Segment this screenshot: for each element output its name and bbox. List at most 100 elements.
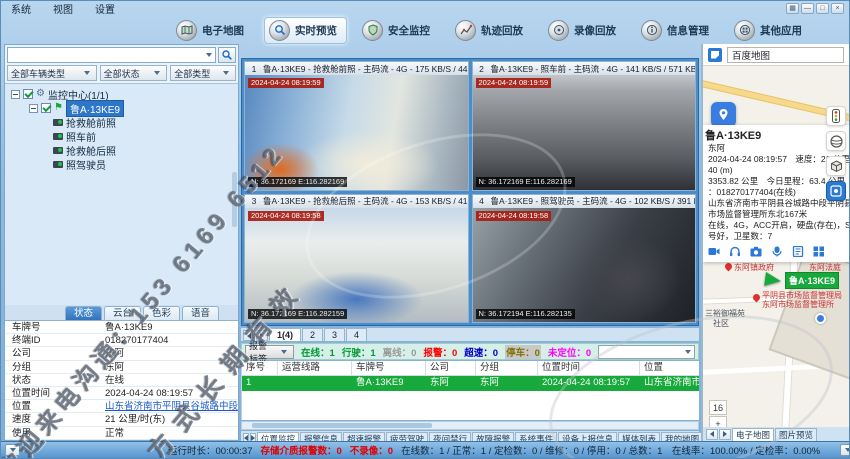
center-area: 1鲁A·13KE9 - 抢救舱前照 - 主码流 - 4G - 175 KB/S … (241, 44, 699, 441)
tree-scrollbar[interactable] (232, 172, 237, 227)
tab-emap[interactable]: 电子地图 (732, 428, 774, 441)
col-seq[interactable]: 序号 (242, 361, 278, 375)
close-icon[interactable]: × (831, 3, 844, 14)
video-cell-3[interactable]: 3鲁A·13KE9 - 抢救舱后照 - 主码流 - 4G - 153 KB/S … (244, 194, 469, 324)
info-value: 正常 (105, 427, 238, 439)
col-location[interactable]: 位置 (640, 361, 699, 375)
runtime-text: 运行时长：00:00:37 (168, 443, 252, 457)
search-button[interactable] (218, 47, 236, 63)
counter-parked: 停车：0 (505, 345, 541, 359)
tab-ptz[interactable]: 云台 (104, 306, 141, 320)
tree-channel-row[interactable]: 照车前 (7, 129, 236, 143)
tree-channel-row[interactable]: 照驾驶员 (7, 157, 236, 171)
info-value: 21 公里/时(东) (105, 413, 238, 425)
video-number: 3 (245, 196, 263, 206)
tabs-prev-button[interactable] (706, 429, 718, 440)
vehicle-marker-icon[interactable] (764, 272, 782, 288)
page-tab-4[interactable]: 4 (346, 328, 367, 341)
video-cell-4[interactable]: 4鲁A·13KE9 - 照驾驶员 - 主码流 - 4G - 102 KB/S /… (472, 194, 697, 324)
poi-admin-office[interactable]: 东阿市场监督管理所 (762, 299, 834, 310)
menu-settings[interactable]: 设置 (95, 1, 115, 16)
video-viewport[interactable]: 2024-04-24 08:19:58 N: 36.172169 E:116.2… (245, 208, 468, 323)
col-company[interactable]: 公司 (426, 361, 476, 375)
tab-status[interactable]: 状态 (65, 306, 102, 320)
chevron-down-icon (845, 448, 850, 452)
col-group[interactable]: 分组 (476, 361, 538, 375)
cell-group: 东阿 (476, 376, 538, 391)
alarm-dropdown[interactable] (598, 345, 695, 359)
tab-image-preview[interactable]: 图片预览 (775, 428, 817, 441)
video-cell-2[interactable]: 2鲁A·13KE9 - 照车前 - 主码流 - 4G - 141 KB/S / … (472, 61, 697, 191)
map-provider-select[interactable]: 百度地图 (727, 47, 844, 63)
more-apps-icon[interactable] (813, 246, 825, 257)
collapse-icon[interactable] (29, 104, 38, 113)
map-file-icon[interactable] (708, 48, 722, 62)
minimize-icon[interactable]: — (801, 3, 814, 14)
status-expand-button[interactable] (840, 444, 850, 456)
video-viewport[interactable]: 2024-04-24 08:19:58 N: 36.172194 E:116.2… (473, 208, 696, 323)
toolbar-other-apps-button[interactable]: 其他应用 (729, 17, 812, 44)
main-toolbar: 电子地图 实时预览 安全监控 轨迹回放 录像回放 信息管理 (1, 16, 849, 44)
poi-pin[interactable] (724, 262, 734, 272)
cube-3d-icon[interactable] (826, 156, 846, 176)
vehicle-search-input[interactable] (7, 47, 216, 63)
table-row[interactable]: 1 鲁A·13KE9 东阿 东阿 2024-04-24 08:19:57 山东省… (242, 376, 699, 391)
status-menu-button[interactable] (5, 444, 20, 456)
toolbar-label: 其他应用 (760, 23, 802, 38)
info-value: 东阿 (105, 347, 238, 359)
page-tab-2[interactable]: 2 (302, 328, 323, 341)
video-viewport[interactable]: 2024-04-24 08:19:59 N: 36.172169 E:116.2… (473, 75, 696, 190)
satellite-icon[interactable] (826, 181, 846, 201)
video-viewport[interactable]: 2024-04-24 08:19:59 N: 36.172169 E:116.2… (245, 75, 468, 190)
col-plate[interactable]: 车牌号 (352, 361, 426, 375)
toolbar-safety-button[interactable]: 安全监控 (357, 17, 440, 44)
window-menu-icon[interactable]: ▦ (786, 3, 799, 14)
toolbar-playback-button[interactable]: 录像回放 (543, 17, 626, 44)
traffic-icon[interactable] (826, 106, 846, 126)
panorama-icon[interactable] (826, 131, 846, 151)
tree-vehicle-row[interactable]: ⚑ 鲁A·13KE9 (7, 101, 236, 115)
toolbar-track-button[interactable]: 轨迹回放 (450, 17, 533, 44)
counter-alarm: 报警：0 (423, 345, 457, 359)
vehicle-checkbox[interactable] (41, 103, 51, 113)
status-filter[interactable]: 全部状态 (100, 65, 168, 81)
document-icon[interactable] (792, 246, 804, 257)
video-camera-icon[interactable] (708, 246, 720, 257)
tab-voice[interactable]: 语音 (182, 306, 219, 320)
vehicle-type-filter[interactable]: 全部车辆类型 (7, 65, 97, 81)
camera-icon[interactable] (750, 246, 762, 257)
toolbar-emap-button[interactable]: 电子地图 (171, 17, 254, 44)
menu-system[interactable]: 系统 (11, 1, 31, 16)
info-value: 东阿 (105, 361, 238, 373)
page-tab-3[interactable]: 3 (324, 328, 345, 341)
poi-estate-2[interactable]: 社区 (713, 318, 729, 329)
col-time[interactable]: 位置时间 (538, 361, 640, 375)
map-canvas[interactable]: 鲁A·13KE9 东阿 2024-04-24 08:19:57 速度：21 公里… (703, 66, 849, 427)
menu-view[interactable]: 视图 (53, 1, 73, 16)
headset-icon[interactable] (729, 246, 741, 257)
type-filter[interactable]: 全部类型 (170, 65, 236, 81)
collapse-icon[interactable] (11, 90, 20, 99)
vehicle-marker-label[interactable]: 鲁A·13KE9 (785, 272, 839, 289)
toolbar-live-preview-button[interactable]: 实时预览 (264, 17, 347, 44)
zoom-in-button[interactable]: + (709, 416, 727, 427)
poi-community-icon[interactable] (815, 313, 826, 324)
toolbar-info-button[interactable]: 信息管理 (636, 17, 719, 44)
tree-channel-row[interactable]: 抢救舱后照 (7, 143, 236, 157)
table-horizontal-scrollbar[interactable] (241, 421, 699, 430)
video-page-strip: 1(4) 2 3 4 (241, 328, 699, 341)
alarm-tag-button[interactable]: 报警标签 (245, 345, 294, 359)
channel-label: 抢救舱前照 (66, 115, 116, 130)
intercom-icon[interactable] (771, 246, 783, 257)
location-link[interactable]: 山东省济南市平阴县谷城路中段平阴 (105, 400, 238, 412)
video-cell-1[interactable]: 1鲁A·13KE9 - 抢救舱前照 - 主码流 - 4G - 175 KB/S … (244, 61, 469, 191)
tab-color[interactable]: 色彩 (143, 306, 180, 320)
maximize-icon[interactable]: □ (816, 3, 829, 14)
tabs-next-button[interactable] (719, 429, 731, 440)
scrollbar-thumb[interactable] (252, 423, 432, 428)
root-checkbox[interactable] (23, 89, 33, 99)
tree-channel-row[interactable]: 抢救舱前照 (7, 115, 236, 129)
col-line[interactable]: 运营线路 (278, 361, 352, 375)
video-gps-overlay: N: 36.172169 E:116.282169 (476, 177, 575, 187)
locate-button[interactable] (711, 102, 736, 127)
